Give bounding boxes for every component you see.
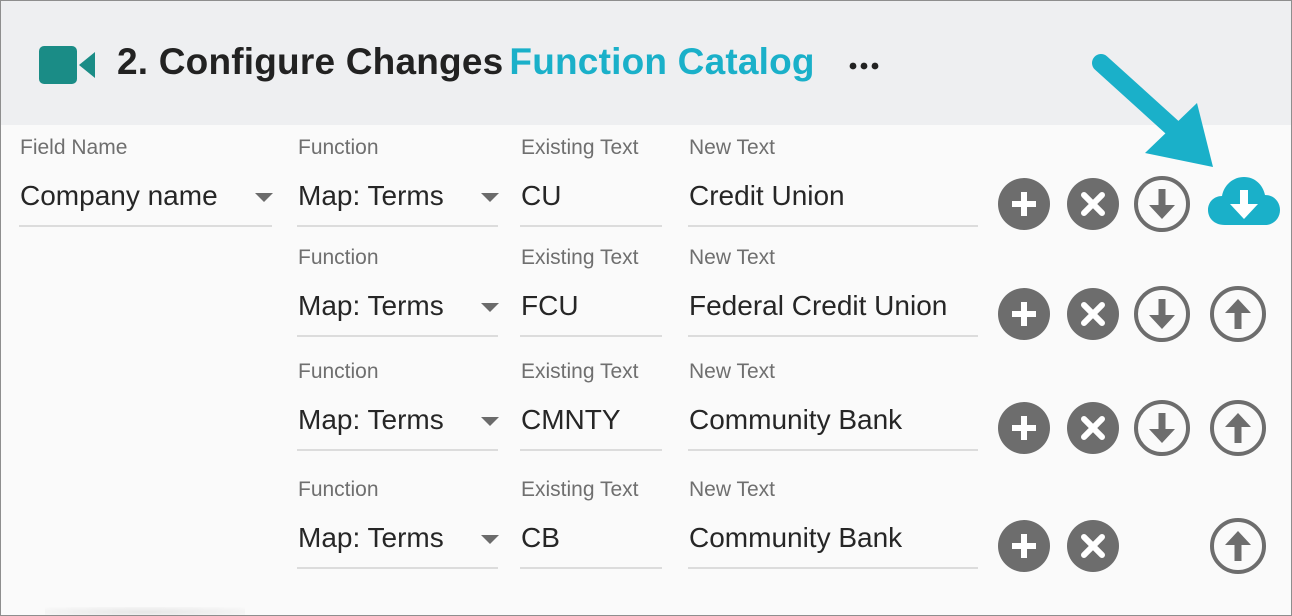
move-down-button[interactable] — [1133, 175, 1191, 233]
remove-button[interactable] — [1067, 520, 1119, 572]
function-label: Function — [298, 246, 379, 269]
existing-text-input[interactable]: CMNTY — [521, 404, 621, 436]
cloud-download-button[interactable] — [1207, 173, 1281, 229]
add-icon — [1012, 192, 1036, 216]
function-underline — [297, 449, 498, 451]
function-label: Function — [298, 360, 379, 383]
move-up-button[interactable] — [1209, 399, 1267, 457]
move-down-icon — [1134, 400, 1190, 456]
new-text-underline — [688, 449, 978, 451]
move-up-button[interactable] — [1209, 285, 1267, 343]
existing-text-underline — [520, 335, 662, 337]
existing-text-input[interactable]: FCU — [521, 290, 579, 322]
existing-text-underline — [520, 567, 662, 569]
remove-icon — [1081, 302, 1105, 326]
add-button[interactable] — [998, 402, 1050, 454]
existing-text-underline — [520, 225, 662, 227]
scroll-shadow — [45, 607, 245, 615]
remove-icon — [1081, 192, 1105, 216]
remove-button[interactable] — [1067, 288, 1119, 340]
new-text-label: New Text — [689, 478, 775, 501]
remove-button[interactable] — [1067, 402, 1119, 454]
function-select[interactable]: Map: Terms — [298, 522, 444, 554]
function-label: Function — [298, 136, 379, 159]
remove-button[interactable] — [1067, 178, 1119, 230]
move-up-button[interactable] — [1209, 517, 1267, 575]
chevron-down-icon[interactable] — [481, 535, 499, 544]
add-icon — [1012, 534, 1036, 558]
annotation-arrow — [1085, 47, 1225, 173]
move-down-button[interactable] — [1133, 399, 1191, 457]
function-underline — [297, 225, 498, 227]
new-text-underline — [688, 225, 978, 227]
existing-text-label: Existing Text — [521, 360, 639, 383]
new-text-underline — [688, 335, 978, 337]
title-text: 2. Configure Changes — [117, 41, 504, 82]
add-button[interactable] — [998, 520, 1050, 572]
chevron-down-icon[interactable] — [255, 193, 273, 202]
field-name-select[interactable]: Company name — [20, 180, 218, 212]
existing-text-input[interactable]: CB — [521, 522, 560, 554]
move-down-button[interactable] — [1133, 285, 1191, 343]
add-button[interactable] — [998, 178, 1050, 230]
cloud-download-icon — [1208, 177, 1280, 225]
add-button[interactable] — [998, 288, 1050, 340]
function-label: Function — [298, 478, 379, 501]
function-select[interactable]: Map: Terms — [298, 290, 444, 322]
new-text-input[interactable]: Federal Credit Union — [689, 290, 947, 322]
add-icon — [1012, 416, 1036, 440]
page-title: 2. Configure Changes Function Catalog — [117, 41, 815, 83]
function-select[interactable]: Map: Terms — [298, 404, 444, 436]
new-text-input[interactable]: Community Bank — [689, 404, 902, 436]
move-down-icon — [1134, 286, 1190, 342]
function-underline — [297, 567, 498, 569]
function-catalog-link[interactable]: Function Catalog — [509, 41, 814, 82]
new-text-input[interactable]: Community Bank — [689, 522, 902, 554]
chevron-down-icon[interactable] — [481, 417, 499, 426]
arrow-icon — [1092, 54, 1213, 167]
remove-icon — [1081, 534, 1105, 558]
chevron-down-icon[interactable] — [481, 303, 499, 312]
move-down-icon — [1134, 176, 1190, 232]
move-up-icon — [1210, 518, 1266, 574]
existing-text-underline — [520, 449, 662, 451]
configure-changes-panel: 2. Configure Changes Function Catalog Fie… — [0, 0, 1292, 616]
video-camera-icon — [39, 46, 95, 84]
new-text-label: New Text — [689, 246, 775, 269]
chevron-down-icon[interactable] — [481, 193, 499, 202]
field-name-label: Field Name — [20, 136, 128, 159]
move-up-icon — [1210, 286, 1266, 342]
function-select[interactable]: Map: Terms — [298, 180, 444, 212]
add-icon — [1012, 302, 1036, 326]
existing-text-label: Existing Text — [521, 478, 639, 501]
new-text-underline — [688, 567, 978, 569]
new-text-label: New Text — [689, 136, 775, 159]
existing-text-input[interactable]: CU — [521, 180, 561, 212]
new-text-input[interactable]: Credit Union — [689, 180, 845, 212]
existing-text-label: Existing Text — [521, 246, 639, 269]
new-text-label: New Text — [689, 360, 775, 383]
remove-icon — [1081, 416, 1105, 440]
function-underline — [297, 335, 498, 337]
move-up-icon — [1210, 400, 1266, 456]
more-horizontal-icon[interactable] — [847, 55, 881, 77]
existing-text-label: Existing Text — [521, 136, 639, 159]
field-name-underline — [19, 225, 272, 227]
